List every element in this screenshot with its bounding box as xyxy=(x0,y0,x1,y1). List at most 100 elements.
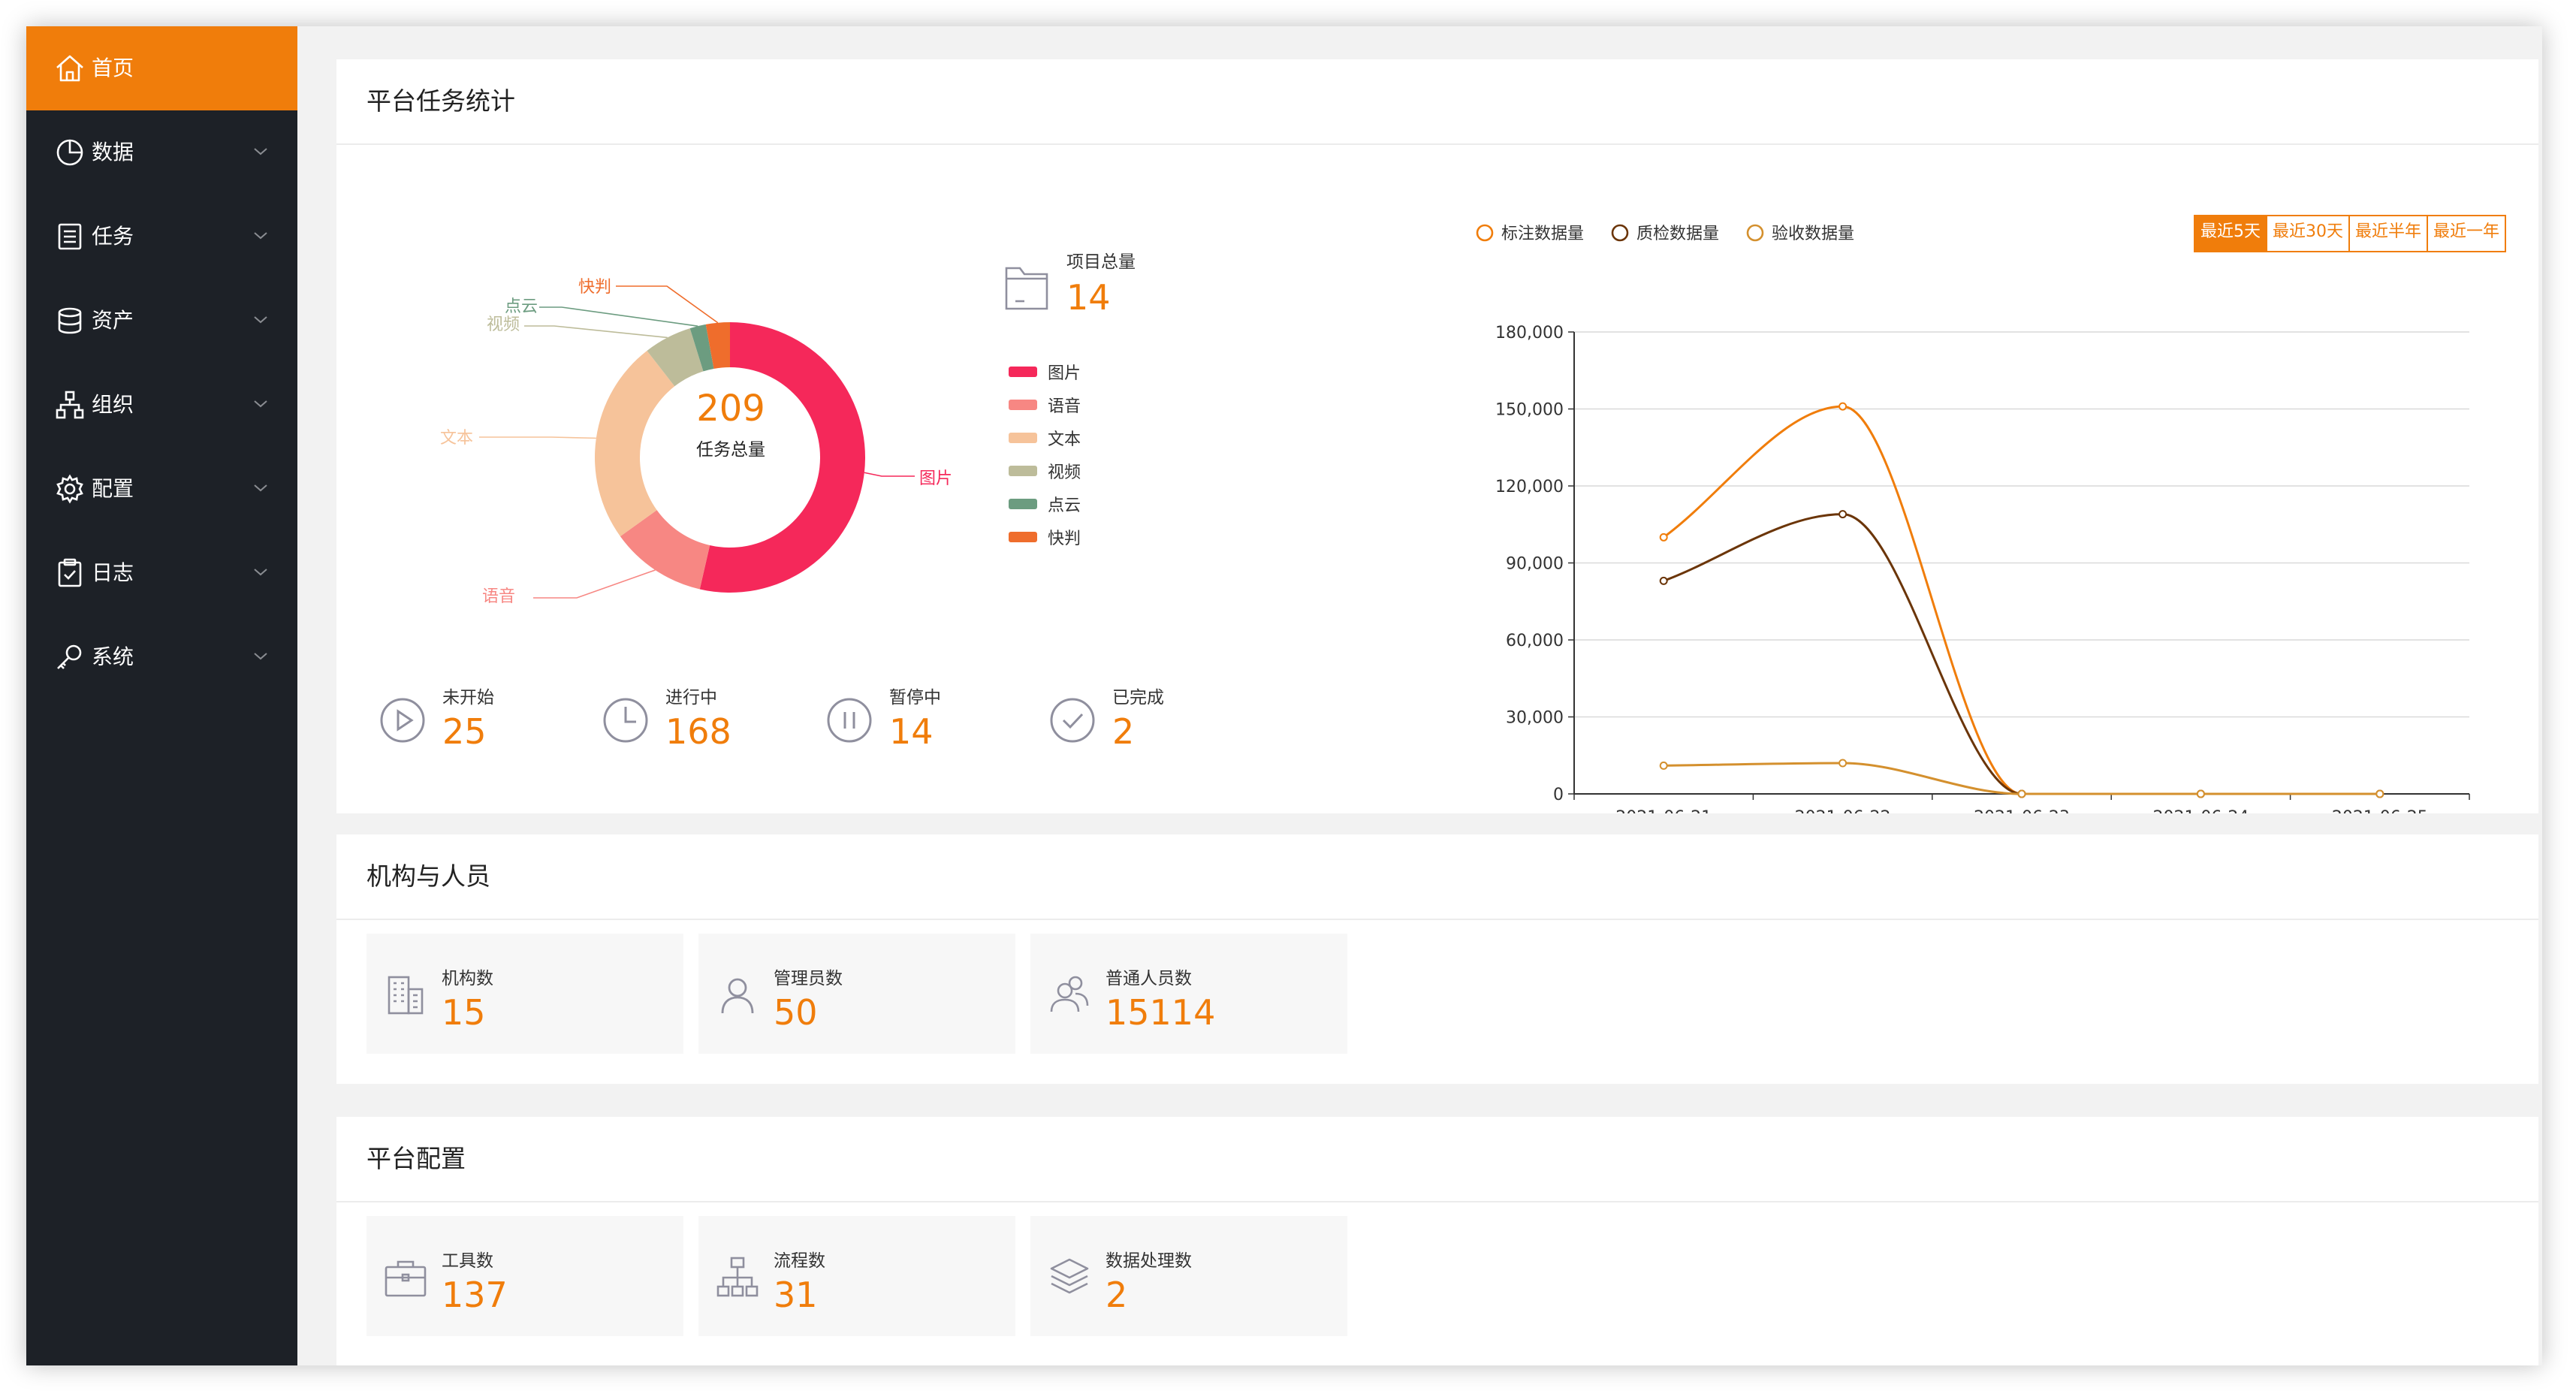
data-point[interactable] xyxy=(1838,759,1848,768)
chevron-down-icon xyxy=(254,400,267,408)
stat-tile: 工具数 137 xyxy=(366,1216,683,1336)
x-tick-label: 2021-06-23 xyxy=(1974,808,2070,813)
data-point[interactable] xyxy=(2196,789,2205,798)
data-volume-line-chart: 0 30,000 60,000 90,000 120,000 150,000 180,000… xyxy=(1476,224,2470,813)
data-point[interactable] xyxy=(1659,761,1668,770)
tile-value: 137 xyxy=(442,1275,508,1315)
tile-label: 普通人员数 xyxy=(1106,969,1192,988)
list-icon xyxy=(58,223,82,250)
range-5-days-button[interactable]: 最近5天 xyxy=(2195,216,2266,251)
tile-value: 15 xyxy=(442,992,486,1033)
sidebar-item-config[interactable]: 配置 xyxy=(26,447,297,531)
stat-tile: 数据处理数 2 xyxy=(1030,1216,1347,1336)
chevron-down-icon xyxy=(254,316,267,324)
sidebar-item-label: 系统 xyxy=(92,644,134,669)
user-icon xyxy=(721,978,754,1014)
x-tick-label: 2021-06-22 xyxy=(1795,808,1891,813)
clipboard-icon xyxy=(58,558,82,587)
series-line xyxy=(1663,513,2380,795)
sidebar-item-home[interactable]: 首页 xyxy=(26,26,297,110)
tile-value: 15114 xyxy=(1106,992,1216,1033)
chart-legend-item[interactable]: 质检数据量 xyxy=(1611,224,1719,243)
x-tick-label: 2021-06-24 xyxy=(2152,808,2249,813)
gear-icon xyxy=(56,474,83,504)
users-icon xyxy=(1050,976,1089,1012)
range-one-year-button[interactable]: 最近一年 xyxy=(2427,216,2505,251)
sidebar-item-org[interactable]: 组织 xyxy=(26,363,297,447)
tile-label: 数据处理数 xyxy=(1106,1251,1192,1271)
org-people-card: 机构与人员 机构数 15 管理员数 50 普通人员数 15114 xyxy=(336,834,2538,1084)
sidebar-item-system[interactable]: 系统 xyxy=(26,615,297,699)
sidebar-item-assets[interactable]: 资产 xyxy=(26,279,297,363)
home-icon xyxy=(56,55,83,82)
y-tick-label: 180,000 xyxy=(1495,324,1564,342)
y-tick-label: 0 xyxy=(1553,786,1564,804)
legend-marker xyxy=(1476,224,1494,242)
data-point[interactable] xyxy=(2375,789,2384,798)
tile-label: 机构数 xyxy=(442,969,493,988)
sidebar-item-logs[interactable]: 日志 xyxy=(26,531,297,615)
data-point[interactable] xyxy=(1659,576,1668,585)
flow-icon xyxy=(716,1257,759,1297)
building-icon xyxy=(388,976,424,1015)
y-tick-label: 150,000 xyxy=(1495,401,1564,420)
sidebar-item-tasks[interactable]: 任务 xyxy=(26,195,297,279)
sidebar-item-data[interactable]: 数据 xyxy=(26,110,297,195)
legend-label: 质检数据量 xyxy=(1636,225,1719,243)
legend-label: 验收数据量 xyxy=(1772,225,1854,243)
sidebar-item-label: 配置 xyxy=(92,476,134,501)
y-tick-label: 60,000 xyxy=(1506,632,1564,650)
sidebar: 首页 数据 任务 资产 组织 配置 日志 系统 xyxy=(26,26,297,1365)
tile-label: 工具数 xyxy=(442,1251,493,1271)
y-tick-label: 90,000 xyxy=(1506,555,1564,574)
stat-tile: 普通人员数 15114 xyxy=(1030,934,1347,1054)
legend-label: 标注数据量 xyxy=(1501,225,1584,243)
stat-tile: 管理员数 50 xyxy=(698,934,1015,1054)
chevron-down-icon xyxy=(254,484,267,492)
divider xyxy=(336,1201,2538,1202)
org-tree-icon xyxy=(56,391,84,419)
range-30-days-button[interactable]: 最近30天 xyxy=(2266,216,2348,251)
chart-legend-item[interactable]: 标注数据量 xyxy=(1476,224,1584,243)
data-point[interactable] xyxy=(1659,533,1668,542)
legend-marker xyxy=(1611,224,1629,242)
divider xyxy=(336,919,2538,920)
stat-tile: 机构数 15 xyxy=(366,934,683,1054)
card-title: 平台配置 xyxy=(366,1144,466,1173)
x-tick-label: 2021-06-25 xyxy=(2332,808,2428,813)
pie-chart-icon xyxy=(56,139,83,166)
tile-value: 50 xyxy=(774,992,818,1033)
data-point[interactable] xyxy=(1838,510,1848,519)
tile-value: 2 xyxy=(1106,1275,1128,1315)
series-line xyxy=(1664,762,2380,795)
legend-marker xyxy=(1746,224,1764,242)
chevron-down-icon xyxy=(254,148,267,155)
sidebar-item-label: 任务 xyxy=(92,224,134,249)
sidebar-item-label: 资产 xyxy=(92,308,134,333)
tile-label: 管理员数 xyxy=(774,969,843,988)
chevron-down-icon xyxy=(254,569,267,576)
toolbox-icon xyxy=(385,1260,427,1297)
tile-label: 流程数 xyxy=(774,1251,825,1271)
y-tick-label: 120,000 xyxy=(1495,478,1564,496)
app-window: 首页 数据 任务 资产 组织 配置 日志 系统 平台任务统计 图片 语音 文本 … xyxy=(26,26,2542,1365)
chevron-down-icon xyxy=(254,653,267,660)
tile-value: 31 xyxy=(774,1275,818,1315)
data-point[interactable] xyxy=(1838,402,1848,411)
sidebar-item-label: 首页 xyxy=(92,56,134,80)
chevron-down-icon xyxy=(254,232,267,240)
task-stats-card: 平台任务统计 图片 语音 文本 视频 点云 快判 209 任务总量 项目总量 14 图片语… xyxy=(336,59,2538,813)
data-point[interactable] xyxy=(2017,789,2026,798)
card-title: 机构与人员 xyxy=(366,861,490,891)
series-line xyxy=(1663,405,2380,795)
y-tick-label: 30,000 xyxy=(1506,709,1564,728)
range-half-year-button[interactable]: 最近半年 xyxy=(2348,216,2427,251)
time-range-selector: 最近5天 最近30天 最近半年 最近一年 xyxy=(2194,215,2507,252)
sidebar-item-label: 组织 xyxy=(92,392,134,417)
key-icon xyxy=(57,644,82,669)
layers-icon xyxy=(1050,1258,1089,1294)
x-tick-label: 2021-06-21 xyxy=(1615,808,1712,813)
stat-tile: 流程数 31 xyxy=(698,1216,1015,1336)
platform-config-card: 平台配置 工具数 137 流程数 31 数据处理数 2 xyxy=(336,1117,2538,1365)
chart-legend-item[interactable]: 验收数据量 xyxy=(1746,224,1854,243)
